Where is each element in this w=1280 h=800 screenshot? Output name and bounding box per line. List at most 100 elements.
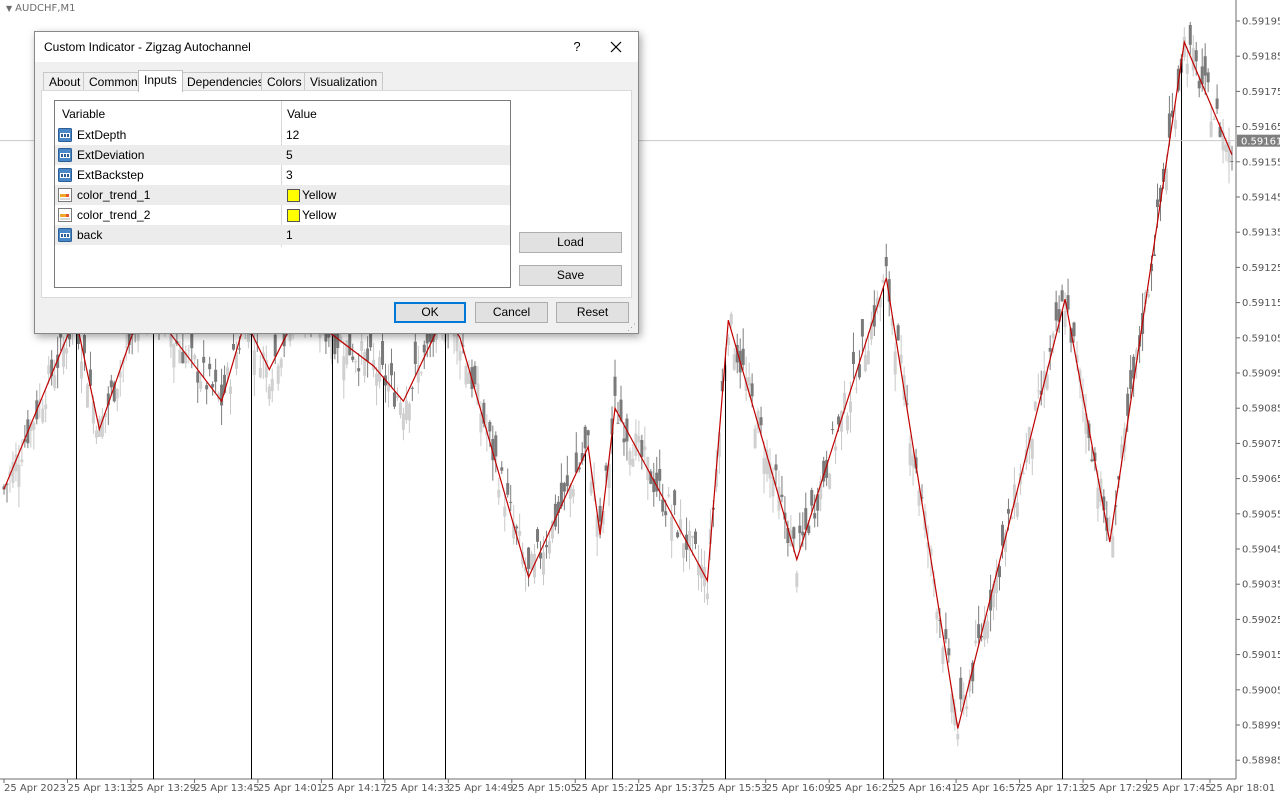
candle-body [503,506,507,517]
price-tick-label: 0.59055 [1242,509,1280,520]
input-value[interactable]: 12 [286,128,299,142]
candle-body [941,647,945,664]
candle-body [506,483,510,495]
candle-body [404,400,408,420]
candle-body [846,415,850,431]
time-tick-label: 25 Apr 14:33 [385,783,450,794]
candle-body [509,501,513,503]
candle-body [616,422,620,424]
candle-body [747,377,751,386]
input-value[interactable]: 1 [286,228,293,242]
time-tick-label: 25 Apr 13:29 [131,783,196,794]
dialog-titlebar[interactable]: Custom Indicator - Zigzag Autochannel ? [35,32,638,62]
candle-body [1153,254,1157,256]
candle-body [586,430,590,436]
color-swatch[interactable] [287,189,300,202]
tab-inputs[interactable]: Inputs [138,70,183,92]
candle-body [750,383,754,397]
chart-symbol-title[interactable]: ▼ AUDCHF,M1 [6,3,75,14]
candle-body [1006,508,1010,514]
price-tick-label: 0.59175 [1242,87,1280,98]
input-value[interactable]: 5 [286,148,293,162]
candle-body [202,356,206,363]
candle-body [628,451,632,465]
candle-body [622,438,626,443]
candle-body [780,494,784,497]
time-tick-label: 25 Apr 2023 [4,783,66,794]
chart-menu-triangle-icon[interactable]: ▼ [6,4,12,13]
candle-body [974,640,978,644]
input-row-extdepth[interactable]: ExtDepth 12 [55,125,510,145]
candle-body [389,363,393,376]
candle-body [1060,290,1064,302]
close-button[interactable] [600,32,632,62]
input-value[interactable]: 3 [286,168,293,182]
input-row-extbackstep[interactable]: ExtBackstep 3 [55,165,510,185]
price-tick-label: 0.59065 [1242,474,1280,485]
candle-body [360,341,364,351]
input-variable-name: back [77,228,103,242]
candle-body [220,384,224,406]
candle-body [613,376,617,396]
candle-body [79,361,83,379]
input-row-extdeviation[interactable]: ExtDeviation 5 [55,145,510,165]
column-header-value[interactable]: Value [287,107,317,121]
candle-body [792,527,796,539]
candle-body [1090,459,1094,462]
candle-body [565,475,569,487]
candle-body [1063,310,1067,327]
ok-button[interactable]: OK [394,302,466,323]
candle-body [515,526,519,529]
integer-parameter-icon [58,148,72,162]
tab-dependencies[interactable]: Dependencies [181,72,270,91]
tab-common[interactable]: Common [83,72,144,91]
candle-body [866,350,870,365]
input-row-back[interactable]: back 1 [55,225,510,245]
tab-colors[interactable]: Colors [261,72,308,91]
input-variable-name: color_trend_1 [77,188,151,202]
candle-body [187,349,191,351]
price-tick-label: 0.59075 [1242,439,1280,450]
candle-body [544,545,548,548]
candle-body [181,351,185,364]
input-row-color-trend-1[interactable]: color_trend_1 Yellow [55,185,510,205]
input-row-color-trend-2[interactable]: color_trend_2 Yellow [55,205,510,225]
resize-grip-icon[interactable]: ⋰ [627,322,636,333]
input-value[interactable]: Yellow [302,188,336,202]
candle-body [41,408,45,423]
candle-body [536,529,540,542]
candle-body [413,341,417,365]
time-tick-label: 25 Apr 16:41 [893,783,958,794]
candle-body [1188,25,1192,45]
column-header-variable[interactable]: Variable [62,107,105,121]
time-tick-label: 25 Apr 15:21 [575,783,640,794]
input-value[interactable]: Yellow [302,208,336,222]
save-button[interactable]: Save [519,265,622,286]
time-tick-label: 25 Apr 17:13 [1020,783,1085,794]
candle-body [732,354,736,370]
candle-body [1021,472,1025,475]
candle-body [232,343,236,350]
cancel-button[interactable]: Cancel [475,302,548,323]
candle-body [682,543,686,558]
load-button[interactable]: Load [519,232,622,253]
candle-body [884,256,888,267]
candle-body [637,435,641,443]
candle-body [1051,333,1055,339]
candle-body [226,367,230,375]
color-swatch[interactable] [287,209,300,222]
reset-button[interactable]: Reset [556,302,629,323]
tab-visualization[interactable]: Visualization [304,72,384,91]
price-tick-label: 0.59105 [1242,333,1280,344]
help-button[interactable]: ? [562,32,592,62]
candle-body [94,430,98,438]
candle-body [598,505,602,522]
integer-parameter-icon [58,128,72,142]
candle-body [205,385,209,390]
candle-body [47,365,51,374]
tab-about[interactable]: About [43,72,87,91]
candle-body [1108,528,1112,530]
candle-body [795,573,799,587]
candle-body [661,499,665,512]
candle-body [986,621,990,639]
